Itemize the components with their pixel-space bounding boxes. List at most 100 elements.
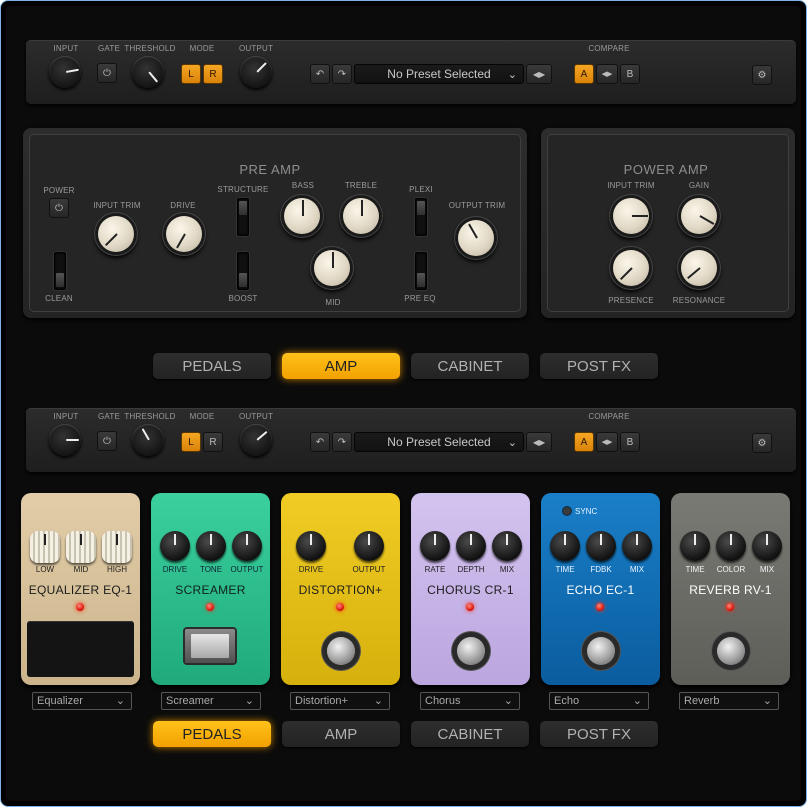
footswitch-stomp[interactable] bbox=[457, 637, 485, 665]
resonance-knob[interactable] bbox=[681, 250, 717, 286]
clean-label: CLEAN bbox=[45, 294, 73, 303]
redo-button[interactable]: ↷ bbox=[332, 432, 352, 452]
gate-power-button[interactable]: ⏻ bbox=[97, 63, 117, 83]
preset-selector[interactable]: No Preset Selected ⌄ bbox=[354, 64, 524, 84]
undo-button[interactable]: ↶ bbox=[310, 432, 330, 452]
echo-time-knob[interactable] bbox=[550, 531, 580, 561]
preamp-output-trim-knob[interactable] bbox=[458, 220, 494, 256]
pedal-select-distortion[interactable]: Distortion+ ⌄ bbox=[290, 692, 390, 710]
preamp-title: PRE AMP bbox=[239, 162, 301, 177]
led-indicator bbox=[466, 603, 474, 611]
undo-icon: ↶ bbox=[315, 436, 325, 448]
chorus-mix-knob[interactable] bbox=[492, 531, 522, 561]
input-knob[interactable] bbox=[49, 56, 81, 88]
tab-cabinet[interactable]: CABINET bbox=[411, 353, 529, 379]
compare-b-button[interactable]: B bbox=[620, 64, 640, 84]
preamp-input-trim-knob[interactable] bbox=[98, 216, 134, 252]
footswitch-stomp[interactable] bbox=[327, 637, 355, 665]
reverb-mix-knob[interactable] bbox=[752, 531, 782, 561]
output-knob[interactable] bbox=[240, 56, 272, 88]
pedal-select-screamer[interactable]: Screamer ⌄ bbox=[161, 692, 261, 710]
preamp-drive-knob[interactable] bbox=[166, 216, 202, 252]
tab-pedals[interactable]: PEDALS bbox=[153, 353, 271, 379]
tab-amp[interactable]: AMP bbox=[282, 721, 400, 747]
reverb-time-knob[interactable] bbox=[680, 531, 710, 561]
mid-knob[interactable] bbox=[314, 250, 350, 286]
reverb-color-knob[interactable] bbox=[716, 531, 746, 561]
threshold-knob[interactable] bbox=[132, 424, 164, 456]
eq-high-knob[interactable] bbox=[102, 531, 132, 563]
poweramp-input-trim-knob[interactable] bbox=[613, 198, 649, 234]
pedal-name: CHORUS CR-1 bbox=[427, 583, 514, 597]
footswitch-button[interactable] bbox=[185, 629, 235, 663]
input-knob[interactable] bbox=[49, 424, 81, 456]
output-knob[interactable] bbox=[240, 424, 272, 456]
distortion-output-knob[interactable] bbox=[354, 531, 384, 561]
knob-label: FDBK bbox=[590, 565, 612, 574]
footswitch-stomp[interactable] bbox=[587, 637, 615, 665]
led-indicator bbox=[596, 603, 604, 611]
compare-a-button[interactable]: A bbox=[574, 432, 594, 452]
eq-mid-knob[interactable] bbox=[66, 531, 96, 563]
redo-button[interactable]: ↷ bbox=[332, 64, 352, 84]
footswitch-pad[interactable] bbox=[27, 621, 134, 677]
tab-cabinet[interactable]: CABINET bbox=[411, 721, 529, 747]
boost-switch[interactable] bbox=[237, 252, 249, 290]
bass-knob[interactable] bbox=[284, 198, 320, 234]
pedal-select-echo[interactable]: Echo ⌄ bbox=[549, 692, 649, 710]
preset-prev-next-button[interactable]: ◀▶ bbox=[526, 432, 552, 452]
tab-post-fx[interactable]: POST FX bbox=[540, 721, 658, 747]
treble-knob[interactable] bbox=[343, 198, 379, 234]
pedal-select-reverb[interactable]: Reverb ⌄ bbox=[679, 692, 779, 710]
pedal-select-equalizer[interactable]: Equalizer ⌄ bbox=[32, 692, 132, 710]
pedal-echo[interactable]: SYNC TIME FDBK MIX ECHO EC-1 bbox=[541, 493, 660, 685]
knob-label: COLOR bbox=[716, 565, 746, 574]
mode-right-button[interactable]: R bbox=[203, 64, 223, 84]
structure-switch[interactable] bbox=[237, 198, 249, 236]
pre-eq-switch[interactable] bbox=[415, 252, 427, 290]
screamer-drive-knob[interactable] bbox=[160, 531, 190, 561]
tab-pedals[interactable]: PEDALS bbox=[153, 721, 271, 747]
mode-left-button[interactable]: L bbox=[181, 432, 201, 452]
distortion-drive-knob[interactable] bbox=[296, 531, 326, 561]
gain-knob[interactable] bbox=[681, 198, 717, 234]
mode-right-button[interactable]: R bbox=[203, 432, 223, 452]
pedal-screamer[interactable]: DRIVE TONE OUTPUT SCREAMER bbox=[151, 493, 270, 685]
compare-a-button[interactable]: A bbox=[574, 64, 594, 84]
led-indicator bbox=[76, 603, 84, 611]
footswitch-stomp[interactable] bbox=[717, 637, 745, 665]
select-value: Reverb bbox=[684, 695, 720, 707]
pedal-distortion[interactable]: DRIVE OUTPUT DISTORTION+ bbox=[281, 493, 400, 685]
preset-selector[interactable]: No Preset Selected ⌄ bbox=[354, 432, 524, 452]
screamer-output-knob[interactable] bbox=[232, 531, 262, 561]
presence-knob[interactable] bbox=[613, 250, 649, 286]
mode-label: MODE bbox=[189, 412, 215, 421]
compare-swap-button[interactable]: ◀▶ bbox=[596, 64, 618, 84]
gate-power-button[interactable]: ⏻ bbox=[97, 431, 117, 451]
pedal-equalizer[interactable]: LOW MID HIGH EQUALIZER EQ-1 bbox=[21, 493, 140, 685]
echo-feedback-knob[interactable] bbox=[586, 531, 616, 561]
pedal-chorus[interactable]: RATE DEPTH MIX CHORUS CR-1 bbox=[411, 493, 530, 685]
pedal-reverb[interactable]: TIME COLOR MIX REVERB RV-1 bbox=[671, 493, 790, 685]
chorus-rate-knob[interactable] bbox=[420, 531, 450, 561]
tab-amp[interactable]: AMP bbox=[282, 353, 400, 379]
echo-mix-knob[interactable] bbox=[622, 531, 652, 561]
eq-low-knob[interactable] bbox=[30, 531, 60, 563]
settings-button[interactable]: ⚙ bbox=[752, 65, 772, 85]
preset-prev-next-button[interactable]: ◀▶ bbox=[526, 64, 552, 84]
undo-button[interactable]: ↶ bbox=[310, 64, 330, 84]
preamp-power-button[interactable]: ⏻ bbox=[49, 198, 69, 218]
output-trim-label: OUTPUT TRIM bbox=[448, 201, 506, 210]
threshold-knob[interactable] bbox=[132, 56, 164, 88]
tab-post-fx[interactable]: POST FX bbox=[540, 353, 658, 379]
clean-switch[interactable] bbox=[54, 252, 66, 290]
chorus-depth-knob[interactable] bbox=[456, 531, 486, 561]
settings-button[interactable]: ⚙ bbox=[752, 433, 772, 453]
pedal-select-chorus[interactable]: Chorus ⌄ bbox=[420, 692, 520, 710]
compare-swap-button[interactable]: ◀▶ bbox=[596, 432, 618, 452]
screamer-tone-knob[interactable] bbox=[196, 531, 226, 561]
knob-label: OUTPUT bbox=[352, 565, 386, 574]
compare-b-button[interactable]: B bbox=[620, 432, 640, 452]
mode-left-button[interactable]: L bbox=[181, 64, 201, 84]
plexi-switch[interactable] bbox=[415, 198, 427, 236]
